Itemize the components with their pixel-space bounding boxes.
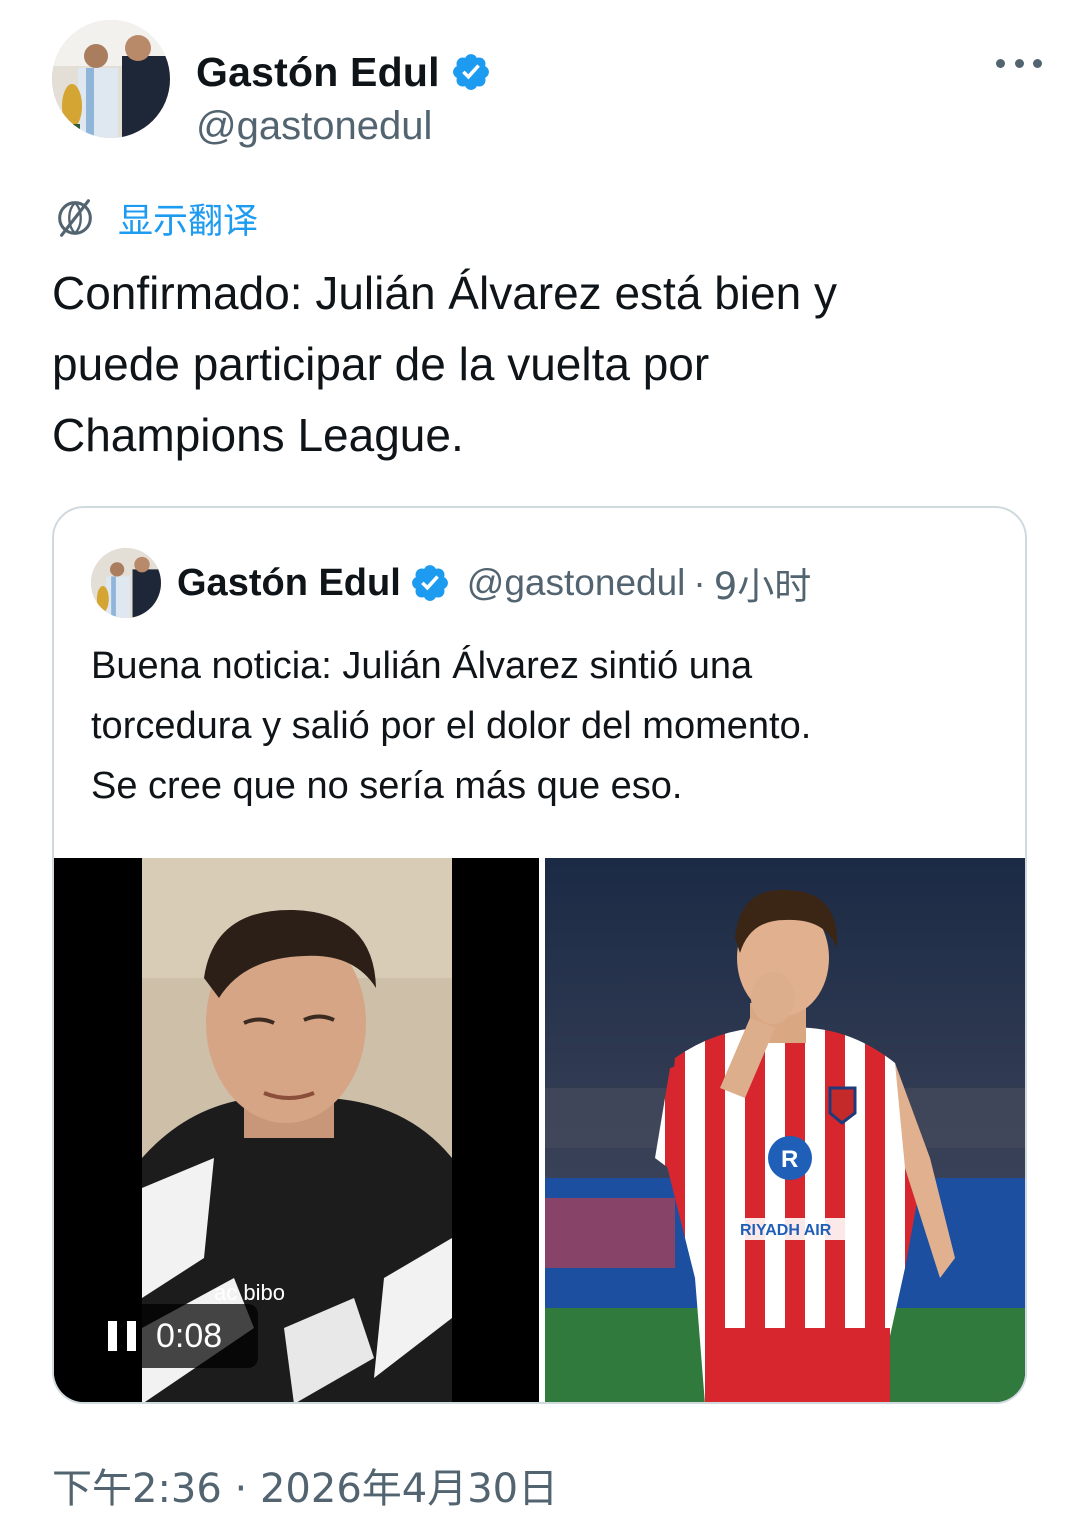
video-player[interactable]: ac bibo 0:08 [54,858,539,1402]
tweet-timestamp[interactable]: 下午2:36 · 2026年4月30日 [52,1456,558,1514]
player-photo-image: R RIYADH AIR [545,858,1025,1402]
quoted-tweet-text: Buena noticia: Julián Álvarez sintió una… [91,645,812,807]
video-elapsed-time: 0:08 [156,1316,223,1355]
translate-icon [58,199,92,237]
hoodie-logo-text: ac bibo [214,1280,285,1305]
author-avatar[interactable] [52,20,170,138]
quoted-tweet-card[interactable]: Gastón Edul @gastonedul · 9小时 Buena noti… [52,506,1027,1404]
quoted-author-avatar [91,548,161,618]
player-photo[interactable]: R RIYADH AIR [545,858,1025,1402]
svg-text:R: R [781,1146,798,1173]
tweet-text: Confirmado: Julián Álvarez está bien y p… [52,267,837,461]
show-translation-button[interactable]: 显示翻译 [52,196,258,242]
quoted-media-grid: ac bibo 0:08 R RIYADH AIR [54,858,1025,1402]
author-name[interactable]: Gastón Edul [196,49,440,96]
jersey-sponsor-text: RIYADH AIR [740,1222,832,1239]
author-name-row: Gastón Edul [196,46,492,98]
quoted-author-handle: @gastonedul [466,562,686,603]
quoted-author-name: Gastón Edul [177,561,401,604]
verified-badge-icon [452,54,489,90]
verified-badge-icon [411,565,448,601]
quoted-tweet-header: Gastón Edul @gastonedul · 9小时 [91,546,811,620]
more-options-icon[interactable] [996,50,1042,76]
translate-label: 显示翻译 [118,201,259,242]
dot-separator: · [693,562,706,603]
tweet-header: Gastón Edul @gastonedul [52,20,1042,148]
pause-icon[interactable] [108,1321,136,1351]
author-handle[interactable]: @gastonedul [196,104,432,149]
video-controls: 0:08 [90,1304,258,1368]
quoted-relative-time: 9小时 [713,565,812,608]
